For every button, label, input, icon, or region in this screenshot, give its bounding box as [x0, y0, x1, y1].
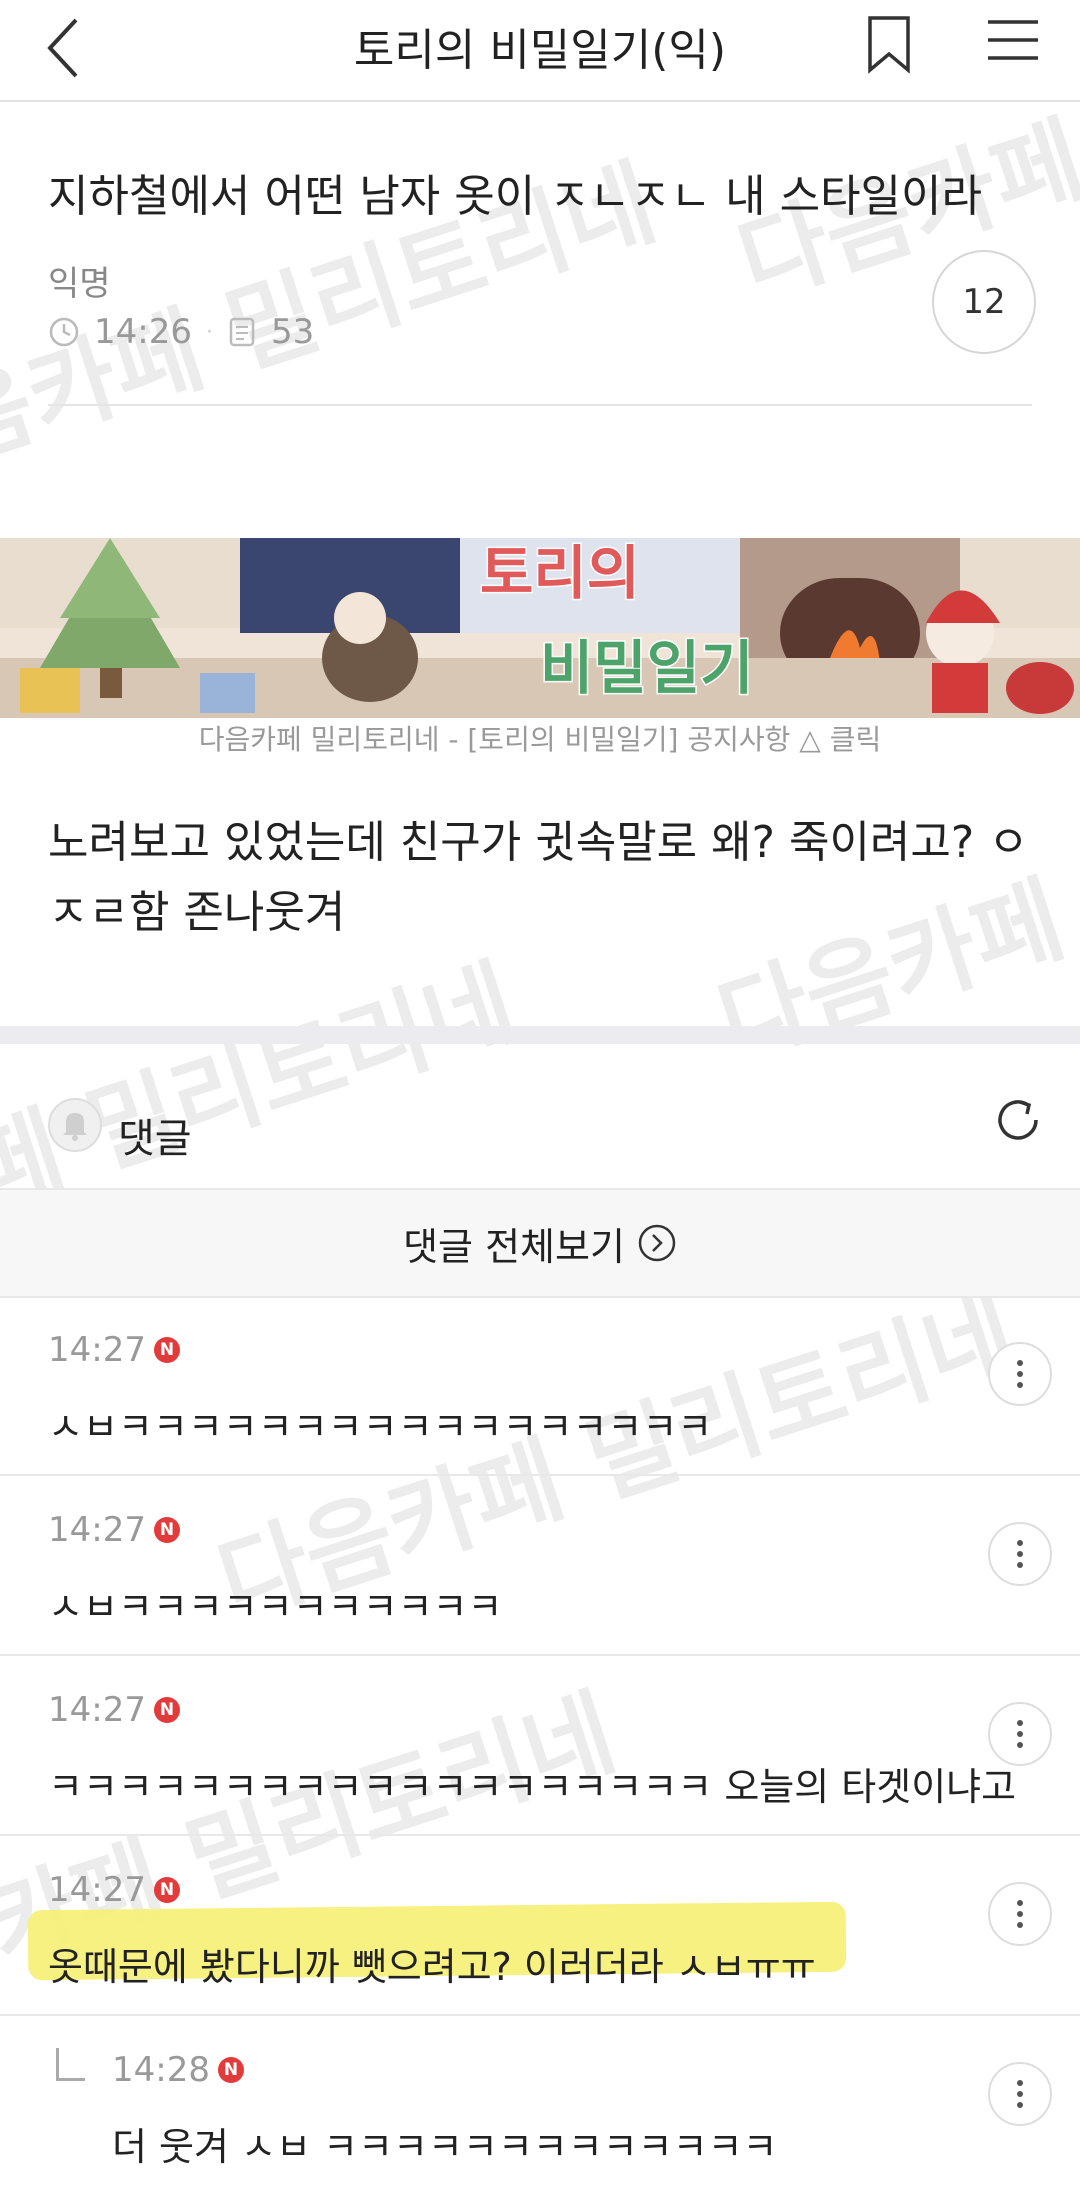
hamburger-menu-icon[interactable]	[986, 16, 1040, 64]
reply-indicator-icon	[56, 2048, 85, 2081]
post-body: 노려보고 있었는데 친구가 귓속말로 왜? 죽이려고? ㅇ ㅈㄹ함 존나웃겨	[48, 808, 1038, 948]
new-badge: N	[153, 1517, 180, 1543]
new-badge: N	[153, 1337, 180, 1363]
view-all-comments-button[interactable]: 댓글 전체보기	[0, 1188, 1080, 1298]
post-body-line: ㅈㄹ함 존나웃겨	[48, 887, 346, 938]
bookmark-icon[interactable]	[862, 14, 916, 74]
more-options-button[interactable]	[988, 1702, 1052, 1766]
comment-time: 14:27 N	[48, 1870, 180, 1910]
comment-text: 옷때문에 봤다니까 뺏으려고? 이러더라 ㅅㅂㅠㅠ	[48, 1945, 816, 1989]
divider	[48, 404, 1032, 406]
more-options-button[interactable]	[988, 1342, 1052, 1406]
view-count-icon	[229, 317, 255, 347]
meta-separator: ·	[205, 319, 213, 345]
section-separator	[0, 1026, 1080, 1044]
notification-bell-icon[interactable]	[48, 1098, 102, 1152]
reply-comment-item: 14:28 N 더 웃겨 ㅅㅂ ㅋㅋㅋㅋㅋㅋㅋㅋㅋㅋㅋㅋㅋ	[0, 2016, 1080, 2194]
banner-caption-link[interactable]: 다음카페 밀리토리네 - [토리의 비밀일기] 공지사항 △ 클릭	[0, 718, 1080, 758]
post-meta: 14:26 · 53	[48, 312, 314, 352]
comment-time: 14:28 N	[112, 2050, 244, 2090]
comment-time-text: 14:27	[48, 1690, 146, 1730]
banner-logo-line2: 비밀일기	[540, 634, 753, 702]
comment-item: 14:27 N 옷때문에 봤다니까 뺏으려고? 이러더라 ㅅㅂㅠㅠ	[0, 1836, 1080, 2016]
chevron-right-circle-icon	[638, 1224, 676, 1262]
comment-time-text: 14:27	[48, 1870, 146, 1910]
comments-label: 댓글	[118, 1116, 192, 1162]
post-title: 지하철에서 어떤 남자 옷이 ㅈㄴㅈㄴ 내 스타일이라	[48, 171, 982, 222]
post-time: 14:26	[94, 312, 192, 352]
top-app-bar: 토리의 비밀일기(익)	[0, 0, 1080, 102]
board-title: 토리의 비밀일기(익)	[353, 25, 727, 76]
comment-text: 더 웃겨 ㅅㅂ ㅋㅋㅋㅋㅋㅋㅋㅋㅋㅋㅋㅋㅋ	[112, 2125, 778, 2169]
more-options-button[interactable]	[988, 1882, 1052, 1946]
comment-item: 14:27 N ㅅㅂㅋㅋㅋㅋㅋㅋㅋㅋㅋㅋㅋㅋㅋㅋㅋㅋㅋ	[0, 1296, 1080, 1476]
comment-time-text: 14:28	[112, 2050, 210, 2090]
view-all-comments-label: 댓글 전체보기	[403, 1224, 625, 1269]
new-badge: N	[153, 1697, 180, 1723]
comment-text: ㅅㅂㅋㅋㅋㅋㅋㅋㅋㅋㅋㅋㅋㅋㅋㅋㅋㅋㅋ	[48, 1405, 713, 1449]
bell-icon	[63, 1113, 87, 1141]
post-body-line: 노려보고 있었는데 친구가 귓속말로 왜? 죽이려고? ㅇ	[48, 817, 1029, 868]
new-badge: N	[217, 2057, 244, 2083]
banner-logo-line1: 토리의	[480, 539, 640, 607]
comment-item: 14:27 N ㅋㅋㅋㅋㅋㅋㅋㅋㅋㅋㅋㅋㅋㅋㅋㅋㅋㅋㅋ 오늘의 타겟이냐고	[0, 1656, 1080, 1836]
comment-time: 14:27 N	[48, 1690, 180, 1730]
post-view-count: 53	[270, 312, 315, 352]
banner-illustration: 토리의 비밀일기	[0, 538, 1080, 718]
comment-time-text: 14:27	[48, 1330, 146, 1370]
comment-time: 14:27 N	[48, 1510, 180, 1550]
refresh-icon[interactable]	[990, 1092, 1046, 1148]
comment-text: ㅅㅂㅋㅋㅋㅋㅋㅋㅋㅋㅋㅋㅋ	[48, 1585, 503, 1629]
cafe-banner[interactable]: 토리의 비밀일기	[0, 538, 1080, 718]
more-options-button[interactable]	[988, 2062, 1052, 2126]
comment-time-text: 14:27	[48, 1510, 146, 1550]
comment-text: ㅋㅋㅋㅋㅋㅋㅋㅋㅋㅋㅋㅋㅋㅋㅋㅋㅋㅋㅋ 오늘의 타겟이냐고	[48, 1765, 1017, 1809]
clock-icon	[49, 317, 79, 347]
comments-header: 댓글	[0, 1044, 1080, 1188]
comment-count-button[interactable]: 12	[932, 250, 1036, 354]
comment-time: 14:27 N	[48, 1330, 180, 1370]
post-author[interactable]: 익명	[48, 256, 111, 305]
more-options-button[interactable]	[988, 1522, 1052, 1586]
comment-item: 14:27 N ㅅㅂㅋㅋㅋㅋㅋㅋㅋㅋㅋㅋㅋ	[0, 1476, 1080, 1656]
new-badge: N	[153, 1877, 180, 1903]
